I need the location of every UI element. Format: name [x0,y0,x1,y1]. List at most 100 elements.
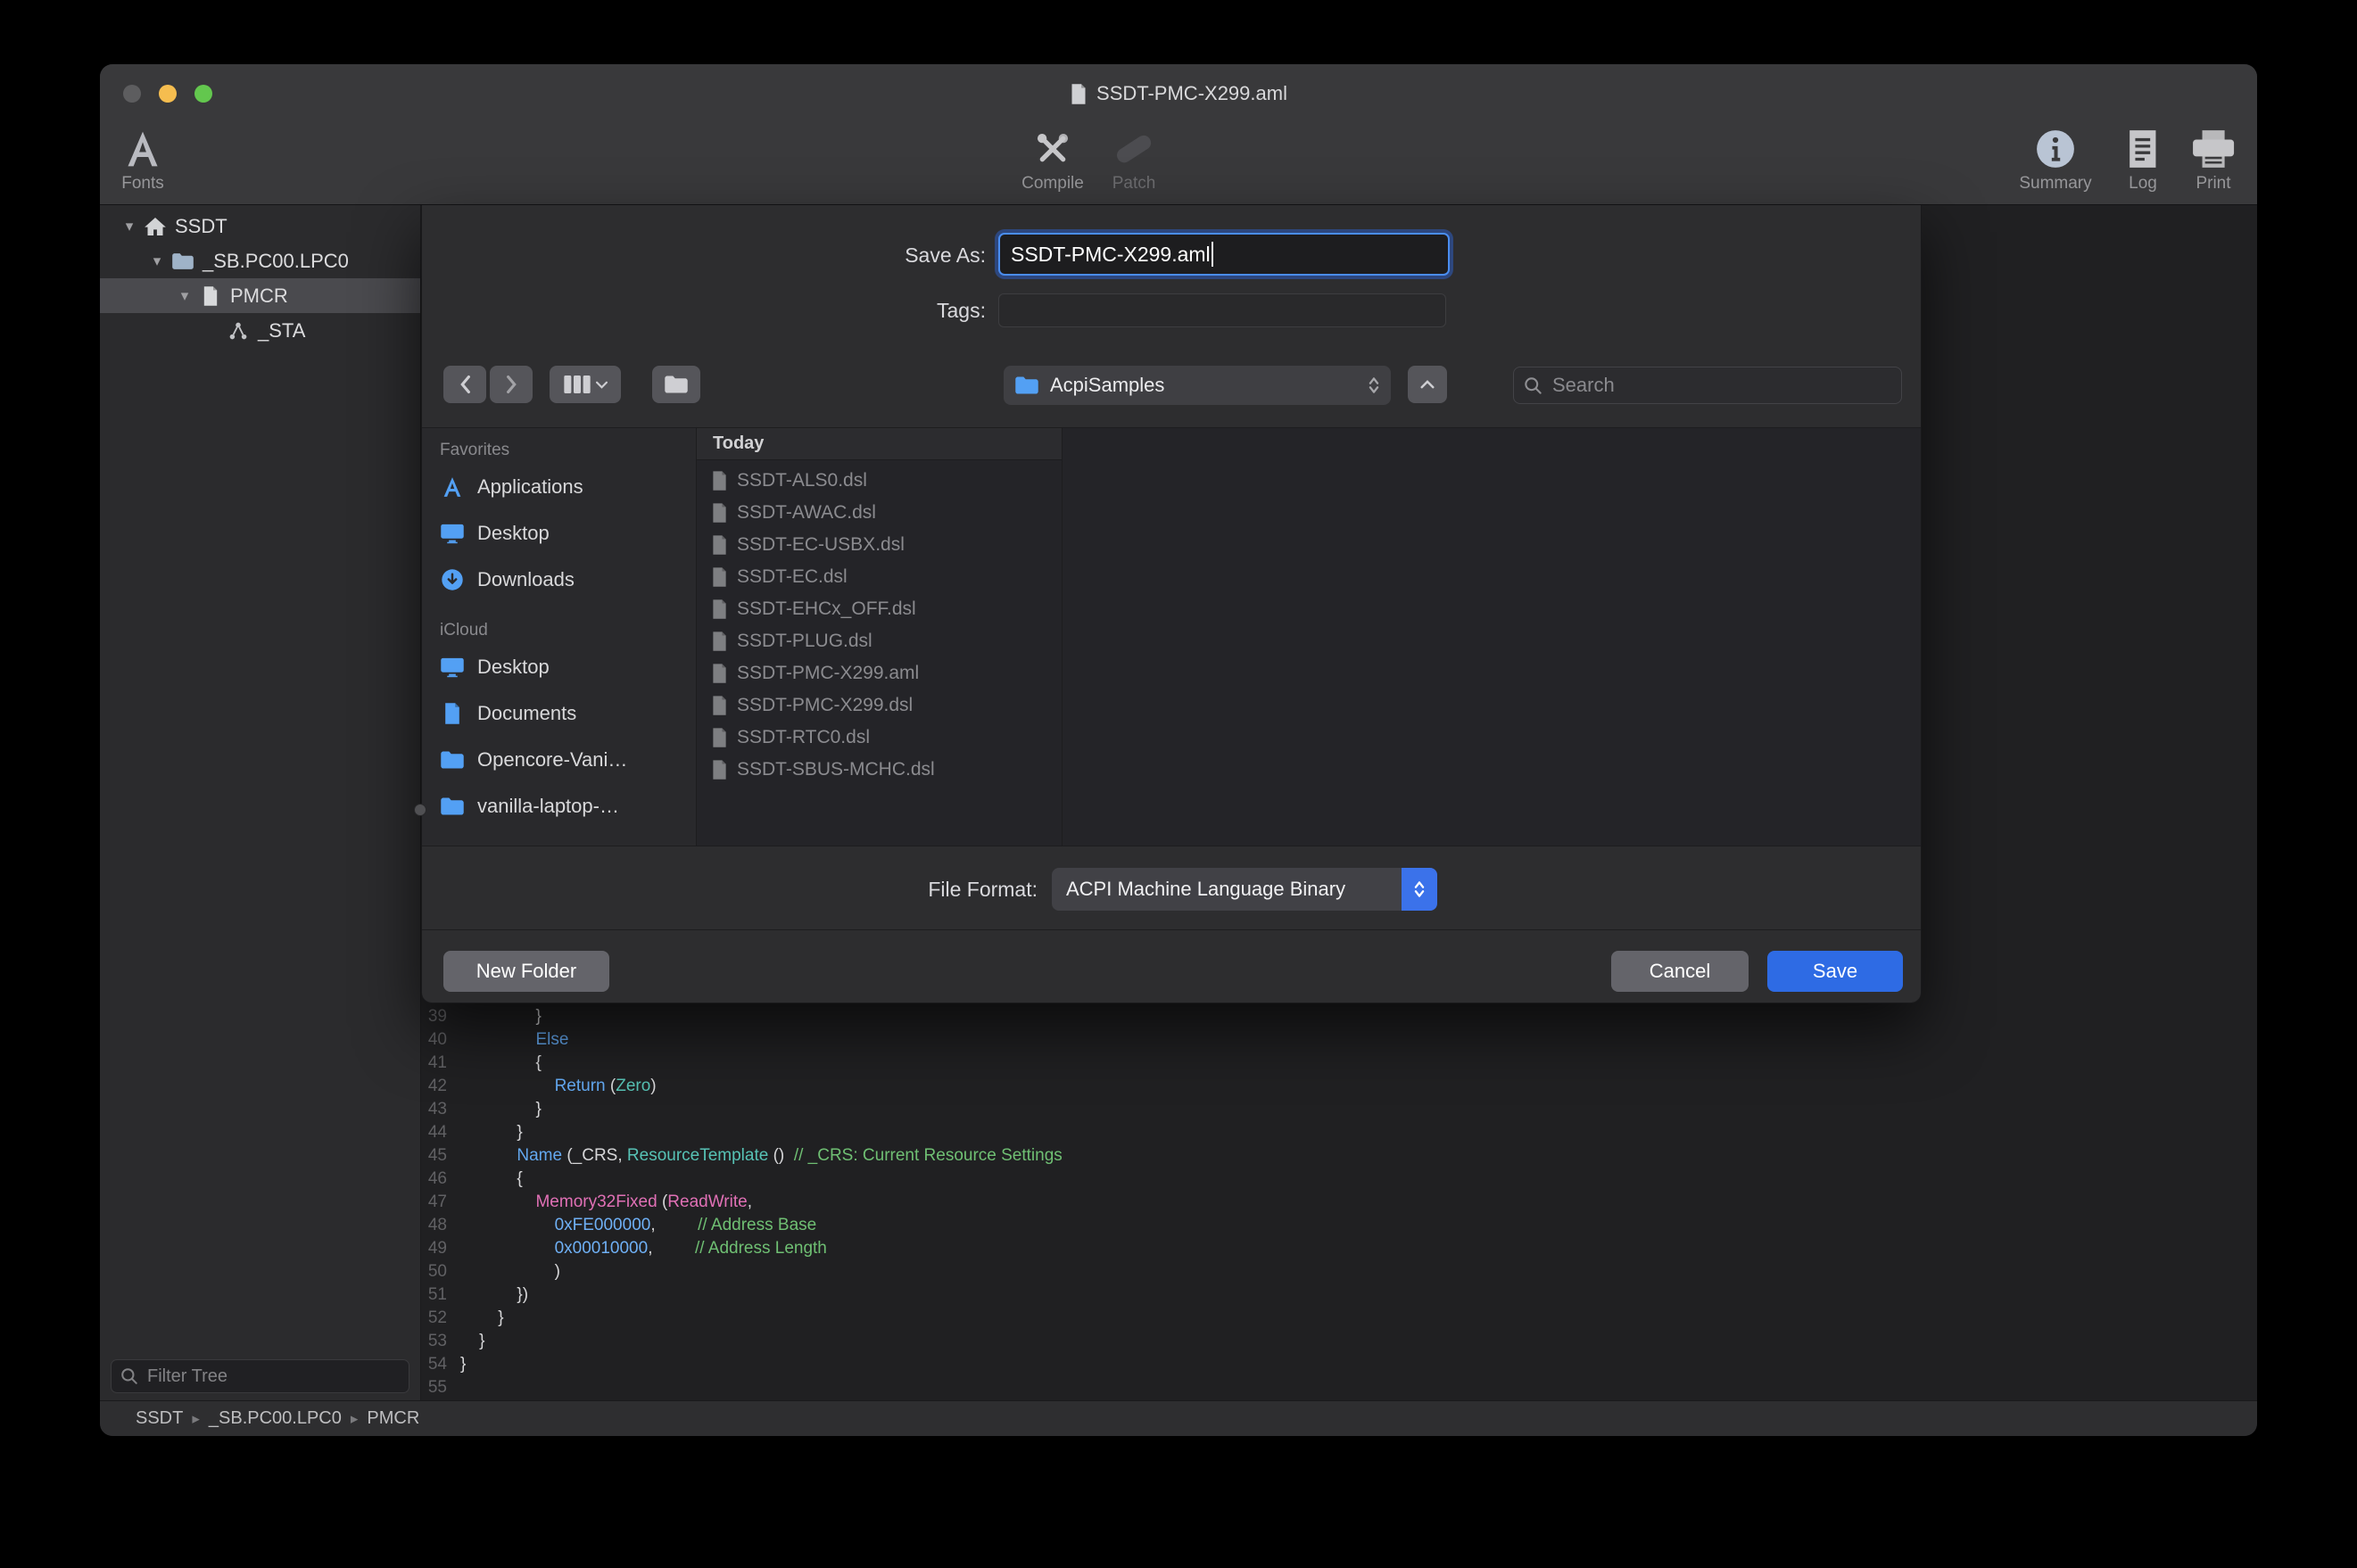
code-line: 41 { [421,1052,2257,1075]
folder-icon [440,795,465,818]
file-row[interactable]: SSDT-PMC-X299.dsl [697,689,1062,722]
cancel-button[interactable]: Cancel [1611,951,1749,992]
location-label: AcpiSamples [1050,374,1164,397]
tags-field[interactable] [998,293,1446,327]
file-row[interactable]: SSDT-EC-USBX.dsl [697,529,1062,561]
code-line: 42 Return (Zero) [421,1075,2257,1098]
file-row[interactable]: SSDT-EC.dsl [697,561,1062,593]
print-icon [2191,128,2236,169]
code-line: 53 } [421,1330,2257,1353]
tree-item-label: PMCR [230,285,288,308]
line-number: 49 [421,1237,460,1260]
patch-button[interactable]: Patch [1080,128,1187,194]
file-format-popup[interactable]: ACPI Machine Language Binary [1052,868,1437,911]
view-mode-button[interactable] [550,366,621,403]
line-number: 52 [421,1307,460,1330]
patch-icon [1113,128,1154,169]
fonts-button[interactable]: Fonts [100,128,196,194]
new-folder-button[interactable]: New Folder [443,951,609,992]
title-bar[interactable]: SSDT-PMC-X299.aml [100,64,2257,123]
file-name: SSDT-RTC0.dsl [737,727,870,748]
breadcrumb: SSDT▸_SB.PC00.LPC0▸PMCR [136,1408,419,1429]
file-row[interactable]: SSDT-RTC0.dsl [697,722,1062,754]
disclosure-triangle-icon[interactable]: ▾ [145,252,169,270]
breadcrumb-item[interactable]: _SB.PC00.LPC0 [209,1408,342,1429]
code-line: 49 0x00010000, // Address Length [421,1237,2257,1260]
file-row[interactable]: SSDT-PLUG.dsl [697,625,1062,657]
file-name: SSDT-EHCx_OFF.dsl [737,598,916,620]
tree-item-_STA[interactable]: _STA [100,313,420,348]
filter-tree-field[interactable] [111,1359,409,1393]
favorite-item[interactable]: Applications [422,464,696,510]
editor[interactable]: 39 }40 Else41 {42 Return (Zero)43 }44 }4… [421,205,2257,1400]
file-row[interactable]: SSDT-PMC-X299.aml [697,657,1062,689]
info-icon [2035,128,2076,169]
applications-icon [440,475,465,499]
file-row[interactable]: SSDT-ALS0.dsl [697,465,1062,497]
search-field[interactable] [1513,367,1902,404]
doc-icon [711,470,728,491]
line-number: 40 [421,1028,460,1052]
filter-tree-input[interactable] [145,1366,400,1388]
save-as-label: Save As: [422,235,986,276]
favorite-item[interactable]: Documents [422,690,696,737]
forward-button[interactable] [490,366,533,403]
location-popup[interactable]: AcpiSamples [1004,366,1391,405]
file-name: SSDT-EC.dsl [737,566,848,588]
favorite-label: vanilla-laptop-… [477,795,619,818]
save-button[interactable]: Save [1767,951,1903,992]
favorite-label: Desktop [477,522,550,545]
zoom-button[interactable] [194,85,212,103]
favorite-label: Downloads [477,568,575,591]
file-group-header: Today [697,428,1062,460]
tree-item-SSDT[interactable]: ▾SSDT [100,209,420,243]
folder-button[interactable] [652,366,700,403]
folder-icon [440,748,465,772]
columns-view-icon [564,375,591,393]
parent-folder-button[interactable] [1408,366,1447,403]
doc-icon [711,534,728,556]
folder-icon [171,251,194,272]
traffic-lights [123,85,212,103]
favorite-item[interactable]: vanilla-laptop-… [422,783,696,829]
chevron-up-icon [1420,380,1435,389]
code-line: 44 } [421,1121,2257,1144]
tree-item-_SB.PC00.LPC0[interactable]: ▾ _SB.PC00.LPC0 [100,243,420,278]
file-row[interactable]: SSDT-AWAC.dsl [697,497,1062,529]
compile-icon [1032,128,1073,169]
disclosure-triangle-icon[interactable]: ▾ [173,287,196,305]
toolbar: Fonts Compile Patch Summary [100,123,2257,205]
print-button[interactable]: Print [2160,128,2257,194]
file-row[interactable]: SSDT-SBUS-MCHC.dsl [697,754,1062,786]
favorite-label: Applications [477,475,583,499]
breadcrumb-item[interactable]: PMCR [367,1408,419,1429]
minimize-button[interactable] [159,85,177,103]
breadcrumb-item[interactable]: SSDT [136,1408,183,1429]
back-button[interactable] [443,366,486,403]
tags-label: Tags: [422,293,986,327]
line-number: 41 [421,1052,460,1075]
favorite-label: Desktop [477,656,550,679]
log-icon [2126,128,2160,169]
documents-icon [440,702,465,725]
search-input[interactable] [1551,373,1891,398]
favorite-item[interactable]: Opencore-Vani… [422,737,696,783]
favorite-item[interactable]: Downloads [422,557,696,603]
favorite-item[interactable]: Desktop [422,644,696,690]
search-icon [1524,376,1542,395]
tree-item-label: _SB.PC00.LPC0 [203,250,349,273]
favorite-item[interactable]: Desktop [422,510,696,557]
print-label: Print [2196,174,2230,194]
file-row[interactable]: SSDT-EHCx_OFF.dsl [697,593,1062,625]
line-number: 42 [421,1075,460,1098]
line-number: 39 [421,1005,460,1028]
file-list-column: Today SSDT-ALS0.dslSSDT-AWAC.dslSSDT-EC-… [697,428,1063,846]
doc-icon [711,759,728,780]
save-as-field[interactable]: SSDT-PMC-X299.aml [998,233,1450,276]
sidebar-resize-handle[interactable] [414,804,426,816]
favorites-section: iCloudDesktopDocumentsOpencore-Vani…vani… [422,617,696,829]
disclosure-triangle-icon[interactable]: ▾ [118,218,141,235]
sidebar: ▾SSDT▾_SB.PC00.LPC0▾PMCR_STA [100,205,421,1400]
close-button[interactable] [123,85,141,103]
tree-item-PMCR[interactable]: ▾ PMCR [100,278,420,313]
